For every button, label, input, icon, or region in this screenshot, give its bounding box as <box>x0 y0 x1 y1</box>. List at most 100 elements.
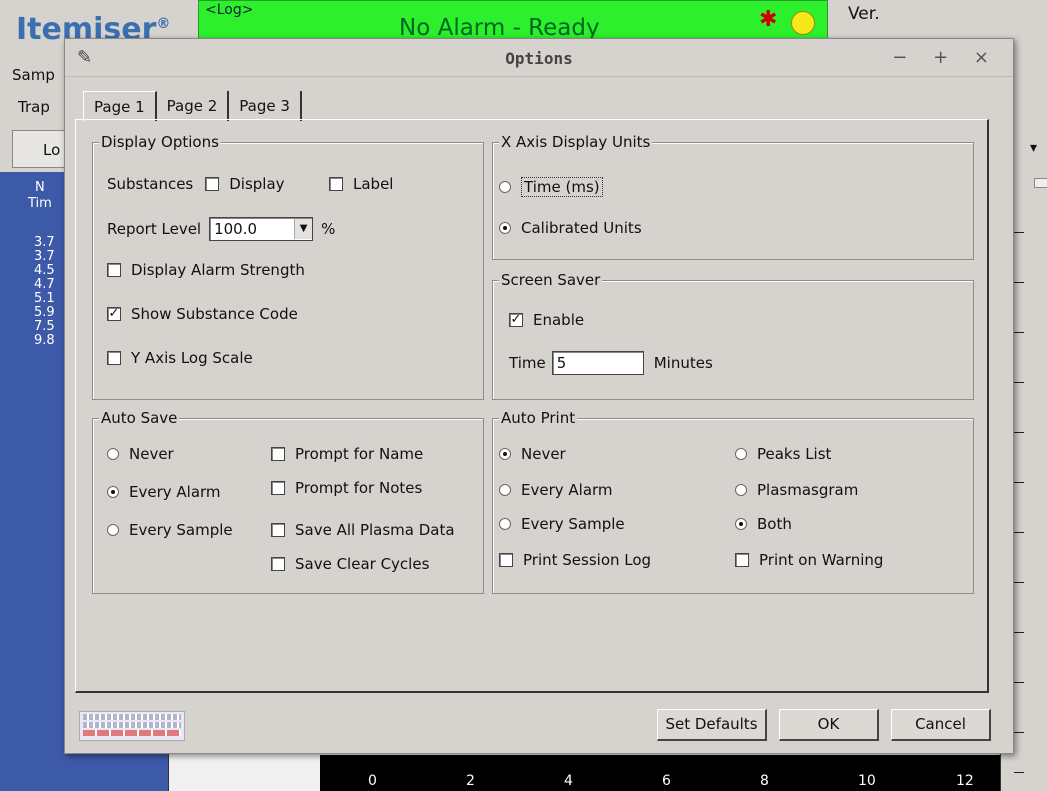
report-level-select[interactable]: 100.0 ▼ <box>209 217 314 241</box>
prompt-notes-option[interactable]: Prompt for Notes <box>271 479 422 497</box>
calibrated-units-label: Calibrated Units <box>521 219 642 237</box>
print-warning-label: Print on Warning <box>759 551 884 569</box>
y-log-checkbox[interactable] <box>107 351 121 365</box>
print-warning-option[interactable]: Print on Warning <box>735 551 883 569</box>
auto-print-every-sample-radio[interactable] <box>499 518 511 530</box>
label-checkbox[interactable] <box>329 177 343 191</box>
save-clear-label: Save Clear Cycles <box>295 555 430 573</box>
calibrated-units-option[interactable]: Calibrated Units <box>499 219 642 237</box>
label-option-label: Label <box>353 175 394 193</box>
prompt-notes-label: Prompt for Notes <box>295 479 423 497</box>
alarm-icon: ✱ <box>759 7 778 32</box>
axis-tick-label: 0 <box>368 773 377 789</box>
results-values: 3.7 3.7 4.5 4.7 5.1 5.9 7.5 9.8 <box>34 236 55 348</box>
result-value: 5.1 <box>34 291 55 306</box>
auto-save-every-alarm-radio[interactable] <box>107 486 119 498</box>
peaks-list-label: Peaks List <box>757 445 832 463</box>
prompt-name-label: Prompt for Name <box>295 445 424 463</box>
auto-save-every-sample-option[interactable]: Every Sample <box>107 521 233 539</box>
y-log-label: Y Axis Log Scale <box>131 349 253 367</box>
alarm-strength-checkbox[interactable] <box>107 263 121 277</box>
substance-code-label: Show Substance Code <box>131 305 298 323</box>
tab-page-3[interactable]: Page 3 <box>229 91 302 121</box>
tab-strip: Page 1 Page 2 Page 3 <box>83 91 302 121</box>
auto-save-every-sample-radio[interactable] <box>107 524 119 536</box>
auto-print-never-radio[interactable] <box>499 448 511 460</box>
peaks-list-option[interactable]: Peaks List <box>735 445 831 463</box>
time-ms-option[interactable]: Time (ms) <box>499 177 603 197</box>
auto-print-every-alarm-label: Every Alarm <box>521 481 613 499</box>
auto-save-every-alarm-option[interactable]: Every Alarm <box>107 483 221 501</box>
y-log-option[interactable]: Y Axis Log Scale <box>107 349 253 367</box>
screen-saver-enable-option[interactable]: ✓ Enable <box>509 311 584 329</box>
x-axis-units-group: X Axis Display Units Time (ms) Calibrate… <box>492 133 974 260</box>
auto-print-every-alarm-option[interactable]: Every Alarm <box>499 481 613 499</box>
report-level-label: Report Level <box>107 220 202 238</box>
ok-button[interactable]: OK <box>779 709 879 741</box>
auto-save-every-sample-label: Every Sample <box>129 521 233 539</box>
label-option[interactable]: Label <box>329 175 393 193</box>
options-dialog: ✎ Options − + × Page 1 Page 2 Page 3 Dis… <box>64 38 1014 754</box>
print-warning-checkbox[interactable] <box>735 553 749 567</box>
display-checkbox[interactable] <box>205 177 220 191</box>
dropdown-arrow-icon[interactable]: ▼ <box>294 219 313 239</box>
save-clear-checkbox[interactable] <box>271 557 285 571</box>
plasmasgram-option[interactable]: Plasmasgram <box>735 481 858 499</box>
prompt-name-option[interactable]: Prompt for Name <box>271 445 423 463</box>
screen-saver-enable-checkbox[interactable]: ✓ <box>509 313 523 327</box>
alarm-strength-option[interactable]: Display Alarm Strength <box>107 261 305 279</box>
auto-print-every-alarm-radio[interactable] <box>499 484 511 496</box>
plot-x-axis: 0 2 4 6 8 10 12 <box>320 755 1000 791</box>
auto-save-every-alarm-label: Every Alarm <box>129 483 221 501</box>
save-clear-option[interactable]: Save Clear Cycles <box>271 555 429 573</box>
both-option[interactable]: Both <box>735 515 792 533</box>
display-label: Display <box>229 175 285 193</box>
screen-saver-time-field[interactable]: 5 <box>551 351 644 375</box>
substance-code-checkbox[interactable]: ✓ <box>107 307 121 321</box>
alarm-strength-label: Display Alarm Strength <box>131 261 305 279</box>
group-title: X Axis Display Units <box>499 133 653 151</box>
group-title: Auto Print <box>499 409 578 427</box>
result-value: 5.9 <box>34 305 55 320</box>
auto-save-group: Auto Save Never Every Alarm Every Sample… <box>92 409 484 594</box>
prompt-name-checkbox[interactable] <box>271 447 285 461</box>
prompt-notes-checkbox[interactable] <box>271 481 285 495</box>
group-title: Auto Save <box>99 409 180 427</box>
auto-print-never-option[interactable]: Never <box>499 445 566 463</box>
auto-print-every-sample-option[interactable]: Every Sample <box>499 515 625 533</box>
time-ms-radio[interactable] <box>499 181 511 193</box>
window-controls[interactable]: − + × <box>892 47 999 68</box>
axis-tick-label: 8 <box>760 773 769 789</box>
print-session-option[interactable]: Print Session Log <box>499 551 651 569</box>
keyboard-icon[interactable] <box>79 711 185 741</box>
tab-page-content: Display Options Substances Display Label… <box>75 119 989 693</box>
auto-save-never-option[interactable]: Never <box>107 445 174 463</box>
screen-saver-enable-label: Enable <box>533 311 585 329</box>
print-session-checkbox[interactable] <box>499 553 513 567</box>
background-button[interactable]: Lo <box>12 130 72 168</box>
calibrated-units-radio[interactable] <box>499 222 511 234</box>
substances-label: Substances <box>107 175 194 193</box>
save-plasma-option[interactable]: Save All Plasma Data <box>271 521 455 539</box>
auto-print-never-label: Never <box>521 445 566 463</box>
tab-page-1[interactable]: Page 1 <box>83 91 157 121</box>
tab-page-2[interactable]: Page 2 <box>157 91 230 121</box>
result-value: 3.7 <box>34 249 55 264</box>
axis-tick-label: 6 <box>662 773 671 789</box>
auto-save-never-radio[interactable] <box>107 448 119 460</box>
save-plasma-checkbox[interactable] <box>271 523 285 537</box>
scale-slider-handle[interactable] <box>1034 178 1047 188</box>
peaks-list-radio[interactable] <box>735 448 747 460</box>
set-defaults-button[interactable]: Set Defaults <box>657 709 767 741</box>
axis-tick-label: 10 <box>858 773 876 789</box>
both-radio[interactable] <box>735 518 747 530</box>
axis-tick-label: 4 <box>564 773 573 789</box>
dialog-title-bar[interactable]: ✎ Options − + × <box>65 39 1013 77</box>
result-value: 4.5 <box>34 263 55 278</box>
substance-code-option[interactable]: ✓ Show Substance Code <box>107 305 298 323</box>
report-level-value: 100.0 <box>214 220 258 238</box>
plasmasgram-label: Plasmasgram <box>757 481 859 499</box>
plasmasgram-radio[interactable] <box>735 484 747 496</box>
chevron-down-icon[interactable]: ▾ <box>1030 140 1037 156</box>
cancel-button[interactable]: Cancel <box>891 709 991 741</box>
